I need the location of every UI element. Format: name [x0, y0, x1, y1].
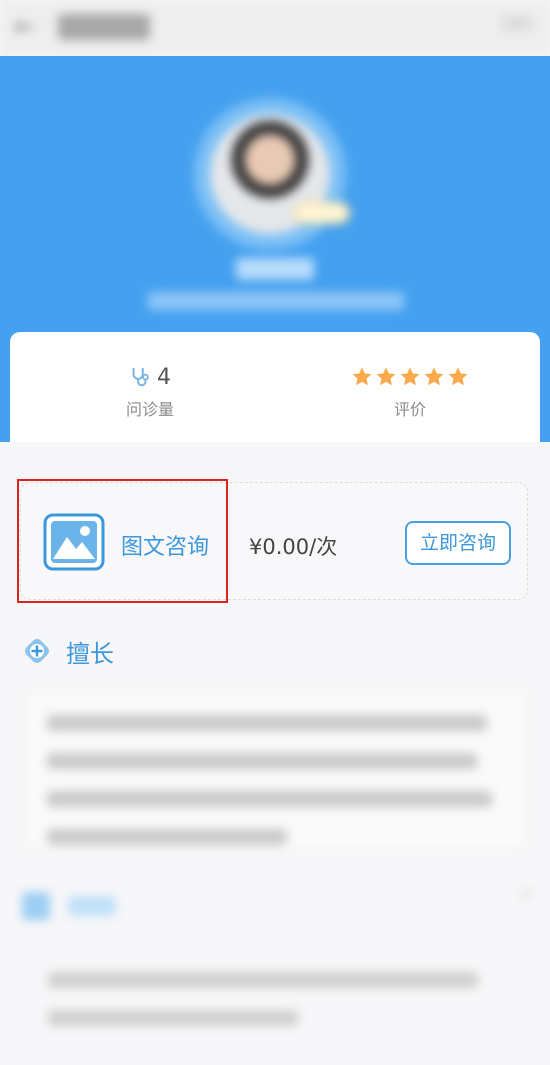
consult-count-label: 问诊量 [125, 400, 174, 419]
highlight-box [17, 479, 228, 603]
star-icon [352, 367, 372, 386]
star-icon [424, 367, 444, 386]
nav-bar: ← [0, 0, 550, 56]
stethoscope-icon [132, 367, 149, 387]
consult-price: ¥0.00/次 [249, 535, 338, 559]
plus-diamond-icon [24, 638, 50, 664]
rating-label: 评价 [393, 400, 426, 419]
rating-stat: 评价 [340, 362, 480, 420]
stats-card: 4 问诊量 评价 [10, 332, 540, 442]
specialty-header: 擅长 [22, 634, 114, 668]
consult-now-button[interactable]: 立即咨询 [405, 521, 511, 565]
star-icon [376, 367, 396, 386]
star-icon [400, 367, 420, 386]
avatar [194, 98, 350, 250]
doctor-badge [294, 202, 350, 224]
consult-count-stat: 4 问诊量 [100, 362, 200, 420]
introduction-header [22, 892, 116, 920]
introduction-icon [22, 892, 50, 920]
content-area: 图文咨询 ¥0.00/次 立即咨询 擅长 [0, 442, 550, 1065]
specialty-title: 擅长 [66, 639, 114, 668]
menu-icon[interactable] [502, 18, 532, 38]
star-icon [448, 367, 468, 386]
introduction-text [48, 972, 488, 1048]
consult-count: 4 [157, 364, 171, 390]
page-title [58, 14, 150, 40]
doctor-department [148, 292, 404, 310]
decorative-dot [522, 890, 530, 898]
back-arrow-icon[interactable]: ← [14, 12, 44, 42]
doctor-name [236, 258, 314, 280]
specialty-description [24, 690, 528, 850]
introduction-title [68, 896, 116, 916]
rating-stars [351, 366, 469, 388]
